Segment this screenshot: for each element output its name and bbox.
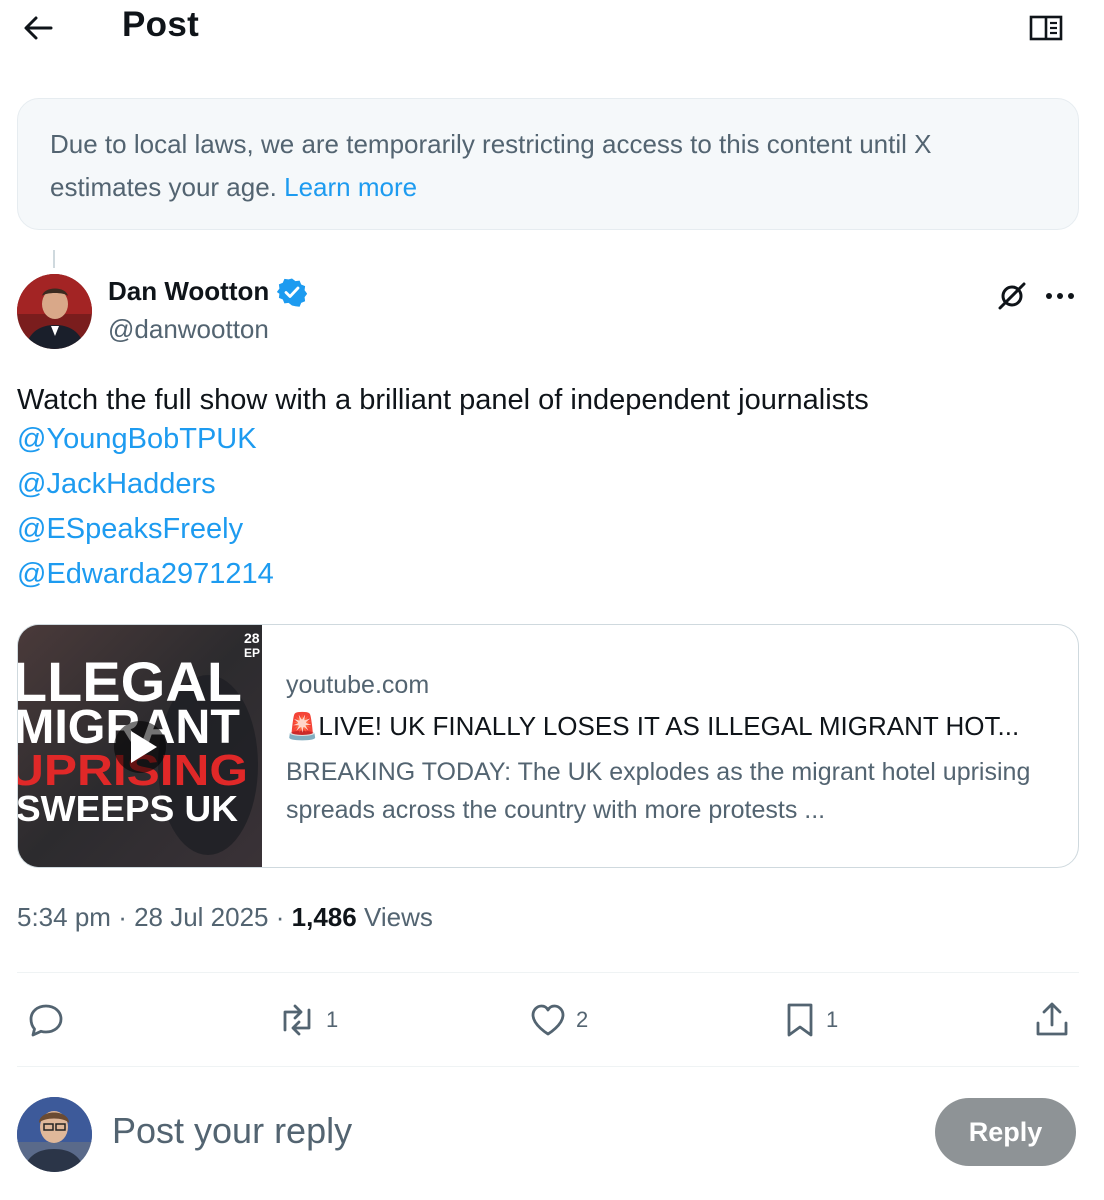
svg-text:EP: EP [244, 646, 260, 660]
author-handle[interactable]: @danwootton [108, 314, 269, 345]
grok-button[interactable] [994, 278, 1030, 314]
card-description: BREAKING TODAY: The UK explodes as the m… [286, 758, 1031, 824]
author-avatar[interactable] [17, 274, 92, 349]
more-options-button[interactable] [1042, 278, 1078, 314]
arrow-left-icon [24, 16, 53, 40]
reader-mode-icon [1029, 15, 1063, 41]
share-action[interactable] [1032, 996, 1072, 1044]
link-preview-card[interactable]: 28 EP LLEGAL MIGRANT UPRISING SWEEPS UK … [17, 624, 1079, 868]
card-domain: youtube.com [286, 671, 430, 699]
mention-link[interactable]: @Edwarda2971214 [17, 558, 274, 591]
card-title-text: LIVE! UK FINALLY LOSES IT AS ILLEGAL MIG… [318, 711, 1020, 741]
post-text: Watch the full show with a brilliant pan… [17, 384, 869, 416]
share-icon [1036, 1002, 1068, 1036]
page-title: Post [122, 5, 200, 44]
heart-icon [531, 1004, 565, 1036]
post-time[interactable]: 5:34 pm [17, 902, 111, 932]
bookmark-count: 1 [826, 1007, 839, 1032]
repost-action[interactable]: 1 [276, 996, 338, 1044]
notice-text: Due to local laws, we are temporarily re… [50, 129, 932, 202]
reply-icon [29, 1004, 63, 1037]
more-horizontal-icon [1046, 293, 1074, 299]
repost-icon [283, 1004, 311, 1036]
mention-link[interactable]: @JackHadders [17, 468, 216, 501]
card-title: 🚨LIVE! UK FINALLY LOSES IT AS ILLEGAL MI… [286, 711, 1056, 742]
author-name[interactable]: Dan Wootton [108, 276, 269, 307]
back-button[interactable] [18, 8, 58, 48]
learn-more-link[interactable]: Learn more [284, 172, 417, 202]
reply-input[interactable]: Post your reply [112, 1110, 352, 1152]
reader-mode-button[interactable] [1024, 8, 1068, 48]
views-label: Views [363, 902, 433, 932]
thumb-line: SWEEPS UK [18, 788, 238, 829]
bookmark-action[interactable]: 1 [782, 996, 838, 1044]
verified-badge-icon [277, 278, 308, 307]
video-thumbnail[interactable]: 28 EP LLEGAL MIGRANT UPRISING SWEEPS UK [18, 625, 262, 867]
views-count: 1,486 [291, 902, 357, 932]
divider [17, 972, 1079, 973]
top-bar: Post [0, 0, 1104, 56]
repost-count: 1 [326, 1007, 339, 1032]
current-user-avatar[interactable] [17, 1097, 92, 1172]
thread-connector [53, 250, 55, 268]
mention-link[interactable]: @ESpeaksFreely [17, 513, 243, 546]
bookmark-icon [787, 1003, 813, 1037]
post-date[interactable]: 28 Jul 2025 [134, 902, 268, 932]
mention-link[interactable]: @YoungBobTPUK [17, 423, 257, 456]
like-count: 2 [576, 1007, 589, 1032]
reply-action[interactable] [26, 996, 74, 1044]
grok-icon [998, 282, 1026, 310]
reply-button[interactable]: Reply [935, 1098, 1076, 1166]
divider [17, 1066, 1079, 1067]
age-restriction-notice: Due to local laws, we are temporarily re… [17, 98, 1079, 230]
author-name-row[interactable]: Dan Wootton [108, 276, 308, 307]
play-icon[interactable] [114, 721, 166, 773]
thumb-corner-text: 28 [244, 630, 260, 646]
post-meta: 5:34 pm · 28 Jul 2025 · 1,486 Views [17, 902, 433, 932]
like-action[interactable]: 2 [528, 996, 588, 1044]
post-actions: 1 2 1 [0, 996, 1104, 1044]
siren-icon: 🚨 [286, 711, 319, 741]
